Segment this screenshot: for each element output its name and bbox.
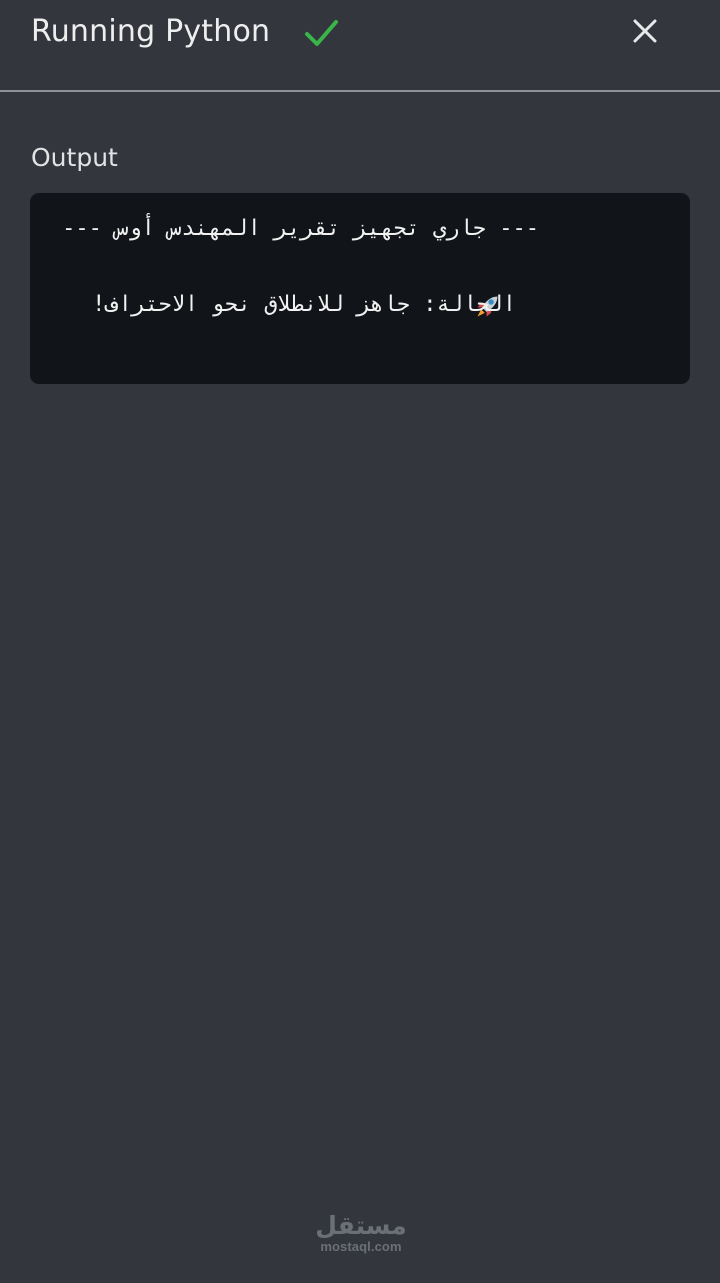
output-console: --- جاري تجهيز تقرير المهندس أوس --- الح… [30, 193, 690, 384]
mostaql-watermark: مستقل mostaql.com [315, 1212, 407, 1254]
output-label: Output [31, 143, 118, 172]
close-icon[interactable] [628, 14, 662, 48]
dialog-title: Running Python [31, 14, 271, 49]
dialog-header: Running Python [0, 0, 720, 92]
watermark-domain: mostaql.com [320, 1239, 402, 1254]
output-line: --- جاري تجهيز تقرير المهندس أوس --- [62, 216, 539, 241]
watermark-arabic-logo: مستقل [315, 1211, 407, 1240]
output-line: الحالة: جاهز للانطلاق نحو الاحتراف! [92, 292, 516, 317]
checkmark-icon [305, 20, 338, 46]
